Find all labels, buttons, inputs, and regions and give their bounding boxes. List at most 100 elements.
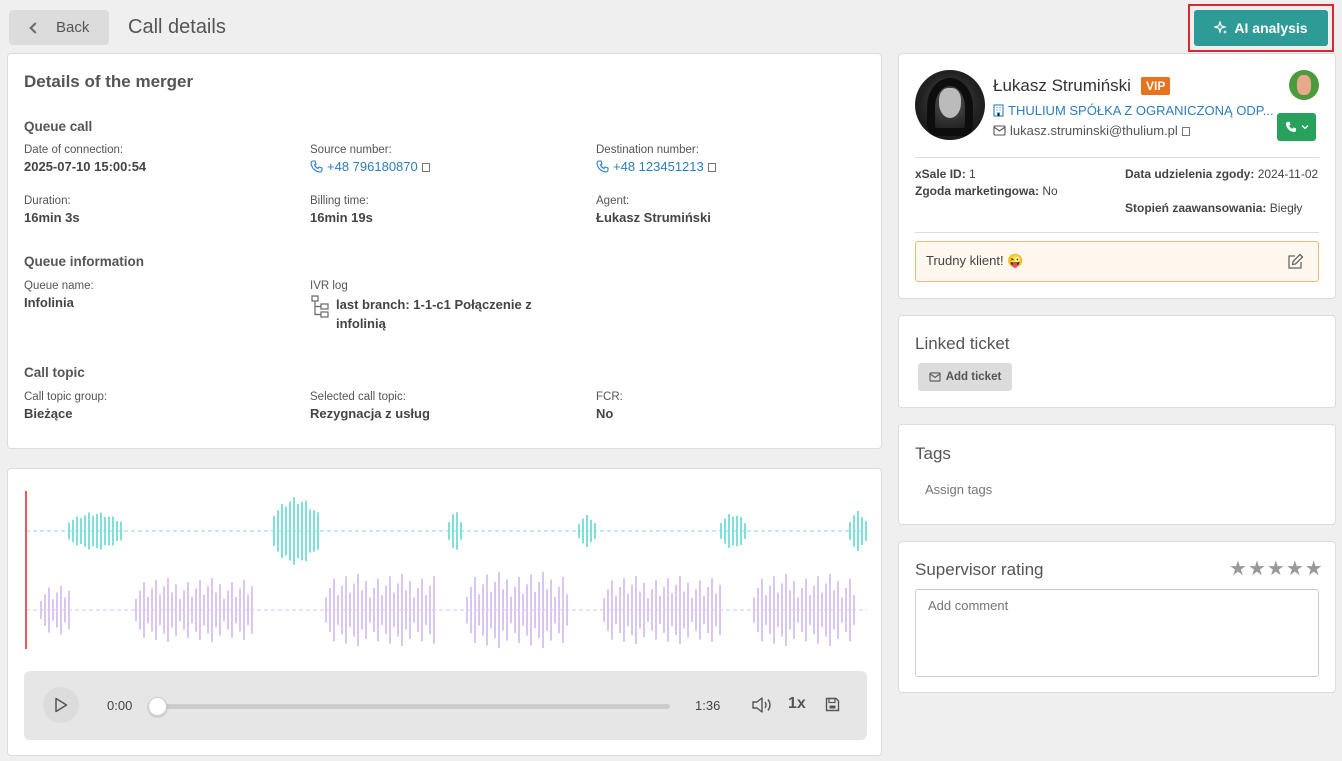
envelope-icon bbox=[993, 125, 1006, 136]
tree-icon bbox=[311, 295, 329, 318]
copy-icon[interactable] bbox=[421, 163, 430, 172]
contact-card: Łukasz Strumiński VIP THULIUM SPÓŁKA Z O… bbox=[898, 53, 1336, 299]
date-value: 2025-07-10 15:00:54 bbox=[24, 159, 147, 174]
contact-note: Trudny klient! 😜 bbox=[915, 241, 1319, 282]
source-number-link[interactable]: +48 796180870 bbox=[310, 159, 430, 174]
email-value: lukasz.struminski@thulium.pl bbox=[1010, 123, 1178, 138]
selected-label: Selected call topic: bbox=[310, 391, 406, 403]
edit-icon[interactable] bbox=[1287, 253, 1304, 270]
sparkle-icon bbox=[1214, 21, 1228, 34]
fcr-label: FCR: bbox=[596, 391, 623, 403]
advancement-level: Stopień zaawansowania: Biegły bbox=[1125, 201, 1303, 215]
seek-handle[interactable] bbox=[148, 697, 167, 716]
queue-name-field: Queue name: Infolinia bbox=[24, 280, 94, 310]
back-button[interactable]: Back bbox=[9, 10, 109, 45]
copy-icon[interactable] bbox=[707, 163, 716, 172]
fcr-value: No bbox=[596, 406, 614, 421]
seek-bar[interactable] bbox=[157, 704, 670, 709]
volume-icon[interactable] bbox=[751, 696, 773, 714]
details-card: Details of the merger Queue call Date of… bbox=[7, 53, 882, 449]
billing-time-field: Billing time: 16min 19s bbox=[310, 195, 373, 225]
star-rating: ★ ★ ★ ★ ★ bbox=[1229, 559, 1323, 579]
audio-player-card: 0:00 1:36 1x bbox=[7, 468, 882, 756]
group-value: Bieżące bbox=[24, 406, 73, 421]
page-title: Call details bbox=[128, 16, 226, 38]
avatar[interactable] bbox=[915, 70, 985, 140]
selected-call-topic-field: Selected call topic: Rezygnacja z usług bbox=[310, 391, 430, 421]
queue-information-heading: Queue information bbox=[24, 254, 145, 269]
star-icon[interactable]: ★ bbox=[1248, 559, 1266, 579]
linked-ticket-card: Linked ticket Add ticket bbox=[898, 315, 1336, 408]
tags-title: Tags bbox=[915, 444, 951, 463]
copy-icon[interactable] bbox=[1181, 127, 1190, 136]
company-name: THULIUM SPÓŁKA Z OGRANICZONĄ ODP... bbox=[1008, 103, 1274, 118]
source-number-field: Source number: +48 796180870 bbox=[310, 144, 430, 174]
ivr-log-field: IVR log last branch: 1-1-c1 Połączenie z… bbox=[310, 280, 546, 333]
phone-icon bbox=[310, 160, 323, 173]
ai-analysis-button[interactable]: AI analysis bbox=[1194, 10, 1328, 46]
rating-title: Supervisor rating bbox=[915, 560, 1044, 579]
player-controls: 0:00 1:36 1x bbox=[24, 671, 867, 740]
duration-field: Duration: 16min 3s bbox=[24, 195, 80, 225]
call-button[interactable] bbox=[1277, 113, 1316, 141]
destination-number-field: Destination number: +48 123451213 bbox=[596, 144, 716, 174]
assign-tags-link[interactable]: Assign tags bbox=[925, 482, 992, 497]
chevron-left-icon bbox=[29, 21, 41, 34]
queue-name-value: Infolinia bbox=[24, 295, 74, 310]
note-text: Trudny klient! 😜 bbox=[926, 253, 1024, 268]
details-title: Details of the merger bbox=[24, 72, 194, 91]
ivr-value: last branch: 1-1-c1 Połączenie z infolin… bbox=[336, 297, 532, 331]
queue-call-heading: Queue call bbox=[24, 119, 93, 134]
assigned-user-avatar[interactable] bbox=[1289, 70, 1319, 100]
group-label: Call topic group: bbox=[24, 391, 108, 403]
dest-label: Destination number: bbox=[596, 144, 699, 156]
envelope-icon bbox=[929, 372, 941, 382]
comment-input[interactable] bbox=[915, 589, 1319, 677]
source-label: Source number: bbox=[310, 144, 392, 156]
company-link[interactable]: THULIUM SPÓŁKA Z OGRANICZONĄ ODP... bbox=[993, 103, 1274, 118]
ivr-label: IVR log bbox=[310, 280, 348, 292]
play-button[interactable] bbox=[43, 687, 79, 723]
billing-label: Billing time: bbox=[310, 195, 369, 207]
chevron-down-icon bbox=[1301, 125, 1308, 130]
queue-name-label: Queue name: bbox=[24, 280, 94, 292]
supervisor-rating-card: Supervisor rating ★ ★ ★ ★ ★ bbox=[898, 541, 1336, 693]
xsale-id: xSale ID: 1 bbox=[915, 167, 976, 181]
star-icon[interactable]: ★ bbox=[1305, 559, 1323, 579]
selected-value: Rezygnacja z usług bbox=[310, 406, 430, 421]
duration-value: 16min 3s bbox=[24, 210, 80, 225]
save-icon[interactable] bbox=[825, 697, 840, 712]
duration-label: Duration: bbox=[24, 195, 71, 207]
marketing-consent: Zgoda marketingowa: No bbox=[915, 184, 1058, 198]
top-bar: Back Call details AI analysis bbox=[0, 0, 1342, 54]
tags-card: Tags Assign tags bbox=[898, 424, 1336, 525]
total-time: 1:36 bbox=[695, 698, 721, 713]
agent-label: Agent: bbox=[596, 195, 630, 207]
ai-analysis-highlight: AI analysis bbox=[1188, 4, 1334, 52]
dest-value: +48 123451213 bbox=[613, 159, 704, 174]
consent-date: Data udzielenia zgody: 2024-11-02 bbox=[1125, 167, 1319, 181]
building-icon bbox=[993, 104, 1004, 117]
source-value: +48 796180870 bbox=[327, 159, 418, 174]
add-ticket-label: Add ticket bbox=[945, 371, 1002, 383]
agent-field: Agent: Łukasz Strumiński bbox=[596, 195, 711, 225]
star-icon[interactable]: ★ bbox=[1267, 559, 1285, 579]
destination-number-link[interactable]: +48 123451213 bbox=[596, 159, 716, 174]
playback-speed[interactable]: 1x bbox=[788, 695, 806, 713]
star-icon[interactable]: ★ bbox=[1229, 559, 1247, 579]
billing-value: 16min 19s bbox=[310, 210, 373, 225]
date-label: Date of connection: bbox=[24, 144, 124, 156]
linked-ticket-title: Linked ticket bbox=[915, 334, 1010, 353]
star-icon[interactable]: ★ bbox=[1286, 559, 1304, 579]
play-icon bbox=[55, 697, 68, 713]
date-of-connection-field: Date of connection: 2025-07-10 15:00:54 bbox=[24, 144, 146, 174]
call-topic-heading: Call topic bbox=[24, 365, 85, 380]
contact-name[interactable]: Łukasz Strumiński bbox=[993, 76, 1131, 96]
fcr-field: FCR: No bbox=[596, 391, 623, 421]
current-time: 0:00 bbox=[107, 698, 133, 713]
vip-badge: VIP bbox=[1141, 77, 1171, 95]
add-ticket-button[interactable]: Add ticket bbox=[918, 363, 1012, 391]
email-field[interactable]: lukasz.struminski@thulium.pl bbox=[993, 123, 1190, 138]
divider bbox=[915, 232, 1319, 233]
waveform[interactable] bbox=[24, 489, 867, 649]
